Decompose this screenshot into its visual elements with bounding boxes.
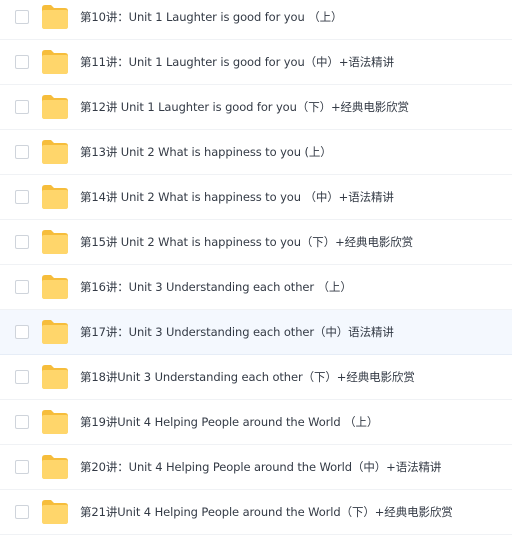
folder-name[interactable]: 第14讲 Unit 2 What is happiness to you （中）… bbox=[80, 175, 394, 219]
folder-name[interactable]: 第11讲：Unit 1 Laughter is good for you（中）+… bbox=[80, 40, 394, 84]
folder-icon bbox=[42, 500, 68, 524]
row-checkbox[interactable] bbox=[15, 190, 29, 204]
folder-name[interactable]: 第12讲 Unit 1 Laughter is good for you（下）+… bbox=[80, 85, 409, 129]
list-item[interactable]: 第21讲Unit 4 Helping People around the Wor… bbox=[0, 490, 512, 535]
file-list: 第10讲：Unit 1 Laughter is good for you （上）… bbox=[0, 0, 512, 535]
folder-name[interactable]: 第17讲：Unit 3 Understanding each other（中）语… bbox=[80, 310, 394, 354]
row-checkbox[interactable] bbox=[15, 235, 29, 249]
row-checkbox[interactable] bbox=[15, 460, 29, 474]
folder-name[interactable]: 第21讲Unit 4 Helping People around the Wor… bbox=[80, 490, 453, 534]
folder-icon bbox=[42, 275, 68, 299]
list-item[interactable]: 第19讲Unit 4 Helping People around the Wor… bbox=[0, 400, 512, 445]
row-checkbox[interactable] bbox=[15, 10, 29, 24]
list-item[interactable]: 第14讲 Unit 2 What is happiness to you （中）… bbox=[0, 175, 512, 220]
folder-icon bbox=[42, 50, 68, 74]
folder-icon bbox=[42, 95, 68, 119]
folder-icon bbox=[42, 365, 68, 389]
folder-icon bbox=[42, 320, 68, 344]
row-checkbox[interactable] bbox=[15, 505, 29, 519]
folder-name[interactable]: 第15讲 Unit 2 What is happiness to you（下）+… bbox=[80, 220, 413, 264]
folder-name[interactable]: 第10讲：Unit 1 Laughter is good for you （上） bbox=[80, 0, 343, 39]
list-item-hovered[interactable]: 第17讲：Unit 3 Understanding each other（中）语… bbox=[0, 310, 512, 355]
row-checkbox[interactable] bbox=[15, 415, 29, 429]
folder-name[interactable]: 第13讲 Unit 2 What is happiness to you (上） bbox=[80, 130, 332, 174]
list-item[interactable]: 第18讲Unit 3 Understanding each other（下）+经… bbox=[0, 355, 512, 400]
list-item[interactable]: 第12讲 Unit 1 Laughter is good for you（下）+… bbox=[0, 85, 512, 130]
folder-icon bbox=[42, 5, 68, 29]
folder-icon bbox=[42, 455, 68, 479]
folder-icon bbox=[42, 410, 68, 434]
folder-icon bbox=[42, 185, 68, 209]
list-item[interactable]: 第13讲 Unit 2 What is happiness to you (上） bbox=[0, 130, 512, 175]
row-checkbox[interactable] bbox=[15, 370, 29, 384]
row-checkbox[interactable] bbox=[15, 280, 29, 294]
list-item[interactable]: 第20讲：Unit 4 Helping People around the Wo… bbox=[0, 445, 512, 490]
folder-name[interactable]: 第20讲：Unit 4 Helping People around the Wo… bbox=[80, 445, 441, 489]
row-checkbox[interactable] bbox=[15, 100, 29, 114]
row-checkbox[interactable] bbox=[15, 55, 29, 69]
list-item[interactable]: 第11讲：Unit 1 Laughter is good for you（中）+… bbox=[0, 40, 512, 85]
folder-icon bbox=[42, 230, 68, 254]
folder-name[interactable]: 第19讲Unit 4 Helping People around the Wor… bbox=[80, 400, 378, 444]
list-item[interactable]: 第10讲：Unit 1 Laughter is good for you （上） bbox=[0, 0, 512, 40]
folder-name[interactable]: 第18讲Unit 3 Understanding each other（下）+经… bbox=[80, 355, 415, 399]
folder-name[interactable]: 第16讲：Unit 3 Understanding each other （上） bbox=[80, 265, 352, 309]
list-item[interactable]: 第15讲 Unit 2 What is happiness to you（下）+… bbox=[0, 220, 512, 265]
list-item[interactable]: 第16讲：Unit 3 Understanding each other （上） bbox=[0, 265, 512, 310]
folder-icon bbox=[42, 140, 68, 164]
row-checkbox[interactable] bbox=[15, 325, 29, 339]
row-checkbox[interactable] bbox=[15, 145, 29, 159]
